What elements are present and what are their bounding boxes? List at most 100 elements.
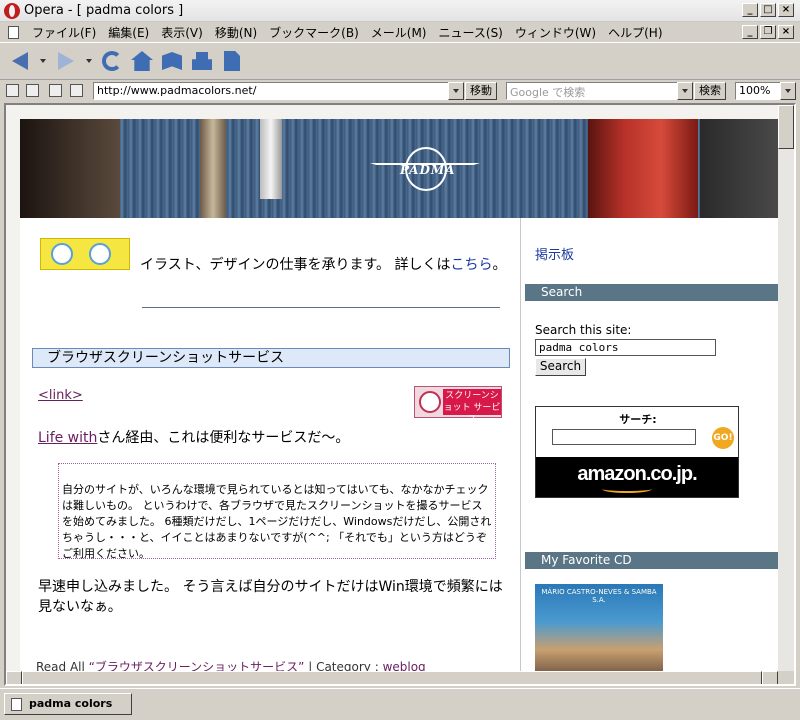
amazon-logo-text: amazon.co.jp.: [577, 463, 697, 485]
horizontal-scrollbar[interactable]: [6, 671, 778, 684]
zoom-dropdown-button[interactable]: [780, 82, 796, 100]
bbs-link[interactable]: 掲示板: [535, 244, 574, 263]
amazon-go-button[interactable]: GO!: [712, 427, 734, 449]
address-toolbar: http://www.padmacolors.net/ 移動 Google で検…: [0, 80, 800, 102]
amazon-search-input[interactable]: [552, 429, 696, 445]
search-button[interactable]: 検索: [694, 82, 726, 100]
page-tab-label: padma colors: [29, 697, 113, 710]
logo-text: PADMA: [400, 163, 456, 177]
page-bar: padma colors: [0, 688, 800, 720]
menu-news[interactable]: ニュース(S): [433, 24, 509, 41]
menu-edit[interactable]: 編集(E): [103, 24, 156, 41]
main-content: イラスト、デザインの仕事を承ります。 詳しくはこちら。 ブラウザスクリーンショッ…: [20, 218, 520, 678]
chevron-down-icon: [453, 89, 459, 93]
scroll-right-button[interactable]: [762, 671, 778, 684]
document-window-controls: _ ❐ ×: [742, 25, 794, 39]
amazon-smile-icon: [602, 485, 652, 493]
amazon-logo[interactable]: amazon.co.jp.: [536, 457, 738, 497]
horizontal-scroll-thumb[interactable]: [22, 671, 762, 684]
site-search-button[interactable]: Search: [535, 358, 586, 376]
back-arrow-icon: [12, 52, 28, 70]
illustration-banner[interactable]: [40, 238, 130, 270]
zoom-field[interactable]: 100%: [735, 82, 781, 100]
printer-icon[interactable]: [70, 84, 83, 97]
cd-cover-image[interactable]: MÁRIO CASTRO-NEVES & SAMBA S.A.: [535, 584, 663, 678]
menu-bookmarks[interactable]: ブックマーク(B): [264, 24, 366, 41]
post-title: ブラウザスクリーンショットサービス: [32, 348, 510, 368]
screenshot-service-badge[interactable]: スクリーンショット サービス: [414, 386, 502, 425]
life-with-link[interactable]: Life with: [38, 430, 97, 446]
go-button[interactable]: 移動: [465, 82, 497, 100]
character-icon: [51, 243, 73, 265]
vertical-scroll-thumb[interactable]: [778, 105, 794, 149]
menu-view[interactable]: 表示(V): [156, 24, 210, 41]
document-icon: [8, 25, 19, 39]
banner-pipe: [200, 119, 226, 218]
reload-icon: [102, 51, 122, 71]
site-banner: PADMA: [20, 119, 780, 218]
menu-file[interactable]: ファイル(F): [27, 24, 103, 41]
page-info-icon[interactable]: [49, 84, 62, 97]
address-field[interactable]: http://www.padmacolors.net/: [93, 82, 463, 100]
search-field[interactable]: Google で検索: [506, 82, 678, 100]
home-button[interactable]: [130, 49, 154, 73]
forward-history-dropdown-icon[interactable]: [86, 59, 92, 63]
forward-button[interactable]: [54, 49, 78, 73]
window-controls: _ □ ×: [742, 3, 794, 17]
bookmarks-button[interactable]: [160, 49, 184, 73]
print-button[interactable]: [190, 49, 214, 73]
doc-restore-button[interactable]: ❐: [760, 25, 776, 39]
maximize-button[interactable]: □: [760, 3, 776, 17]
chevron-down-icon: [682, 89, 688, 93]
page-viewport: PADMA イラスト、デザインの仕事を承ります。 詳しくはこちら。 ブラウザスク…: [4, 103, 796, 686]
menu-mail[interactable]: メール(M): [366, 24, 434, 41]
search-heading: Search: [525, 284, 781, 301]
security-lock-icon[interactable]: [6, 84, 19, 97]
site-search-input[interactable]: padma colors: [535, 339, 716, 356]
banner-shadow: [20, 119, 120, 218]
back-button[interactable]: [8, 49, 32, 73]
page-info-button[interactable]: [220, 49, 244, 73]
post-link[interactable]: <link>: [38, 388, 83, 403]
navigation-toolbar: [0, 42, 800, 80]
window-title: Opera - [ padma colors ]: [24, 3, 184, 18]
favorite-cd-heading: My Favorite CD: [525, 552, 781, 569]
divider: [142, 307, 500, 308]
page-tab[interactable]: padma colors: [4, 693, 132, 715]
vertical-scrollbar[interactable]: [778, 105, 794, 671]
menu-window[interactable]: ウィンドウ(W): [510, 24, 603, 41]
sidebar: 掲示板 Search Search this site: padma color…: [520, 218, 781, 678]
amazon-search-label: サーチ:: [619, 413, 657, 426]
intro-end: 。: [492, 257, 507, 273]
minimize-button[interactable]: _: [742, 3, 758, 17]
title-bar: Opera - [ padma colors ] _ □ ×: [0, 0, 800, 22]
banner-red-tank: [588, 119, 698, 218]
doc-close-button[interactable]: ×: [778, 25, 794, 39]
search-engine-dropdown-button[interactable]: [677, 82, 693, 100]
back-history-dropdown-icon[interactable]: [40, 59, 46, 63]
intro-link[interactable]: こちら: [451, 257, 493, 273]
reload-button[interactable]: [100, 49, 124, 73]
character-icon: [89, 243, 111, 265]
search-label: Search this site:: [535, 323, 632, 337]
menu-navigation[interactable]: 移動(N): [210, 24, 264, 41]
banner-pipe-light: [260, 119, 282, 199]
post-line: Life withさん経由、これは便利なサービスだ〜。: [38, 427, 349, 447]
home-icon: [131, 51, 153, 71]
page-icon: [224, 51, 240, 71]
address-dropdown-button[interactable]: [448, 82, 464, 100]
cd-cover-text: MÁRIO CASTRO-NEVES & SAMBA S.A.: [541, 588, 657, 604]
banner-right-shadow: [700, 119, 780, 218]
padma-logo[interactable]: PADMA: [370, 141, 480, 195]
opera-logo-icon: [4, 3, 20, 19]
menu-help[interactable]: ヘルプ(H): [603, 24, 669, 41]
doc-minimize-button[interactable]: _: [742, 25, 758, 39]
bookmarks-icon: [162, 52, 182, 70]
scroll-left-button[interactable]: [6, 671, 22, 684]
blockquote: 自分のサイトが、いろんな環境で見られているとは知ってはいても、なかなかチェックは…: [58, 463, 496, 560]
cookie-icon[interactable]: [26, 84, 39, 97]
intro-sentence: イラスト、デザインの仕事を承ります。 詳しくは: [140, 257, 451, 273]
badge-face-icon: [419, 391, 441, 413]
close-button[interactable]: ×: [778, 3, 794, 17]
amazon-search-widget: サーチ: GO! amazon.co.jp.: [535, 406, 739, 498]
